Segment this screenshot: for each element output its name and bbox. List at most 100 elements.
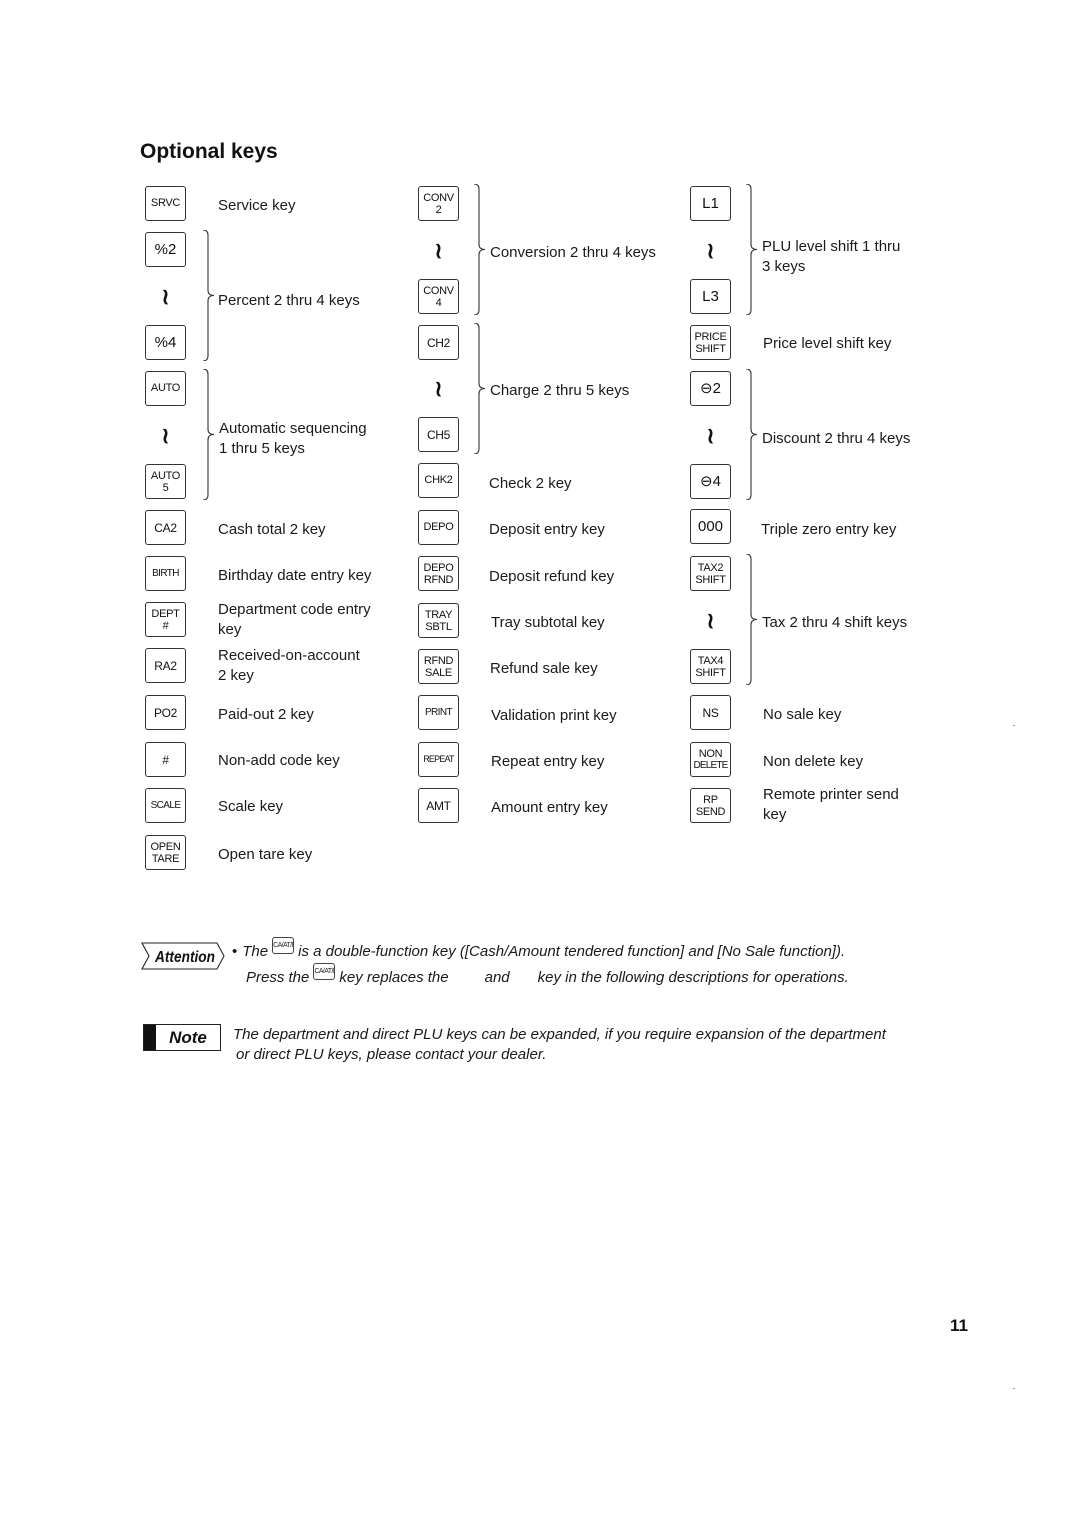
key-label: %2 [154, 241, 177, 258]
key-label: CHK2 [424, 474, 453, 486]
key-label: RFND [423, 573, 454, 586]
description-percent-keys: Percent 2 thru 4 keys [218, 292, 360, 309]
key-label: PO2 [153, 705, 178, 720]
range-tilde-icon: ≀ [434, 376, 443, 401]
key-label: SHIFT [695, 666, 726, 679]
key-label: NON [698, 747, 723, 760]
attention-text-fragment: The [242, 943, 269, 960]
key-label: TAX2 [697, 561, 724, 574]
key-ca2: CA2 [145, 510, 186, 545]
cash-amount-no-sale-key-icon: CA/AT/NS [272, 937, 295, 954]
key-auto: AUTO [145, 371, 186, 406]
key-label: CONV [423, 284, 454, 297]
key-label: SEND [695, 805, 726, 818]
key-label: RFND [423, 654, 454, 667]
description-automatic-sequencing: Automatic sequencing 1 thru 5 keys [219, 419, 367, 459]
key-ch2: CH2 [418, 325, 459, 360]
key-l3: L3 [690, 279, 731, 314]
description-charge-keys: Charge 2 thru 5 keys [490, 382, 630, 399]
key-label: SRVC [150, 197, 181, 209]
description-received-on-account-2: Received-on-account 2 key [218, 646, 360, 686]
description-tax-shift-keys: Tax 2 thru 4 shift keys [762, 614, 908, 631]
key-label: SHIFT [695, 342, 726, 355]
key-label: CH5 [426, 427, 451, 442]
attention-line-2: Press theCA/AT/NSkey replaces the and key … [232, 963, 952, 989]
key-po2: PO2 [145, 695, 186, 730]
key-dept-code: DEPT # [145, 602, 186, 637]
key-label: AUTO [150, 382, 181, 394]
description-no-sale: No sale key [763, 706, 842, 723]
key-label: SCALE [150, 799, 181, 811]
range-tilde-icon: ≀ [161, 284, 170, 309]
key-conv-4: CONV 4 [418, 279, 459, 314]
key-open-tare: OPEN TARE [145, 835, 186, 870]
description-line: key [218, 621, 242, 638]
description-line: Department code entry [218, 601, 371, 618]
key-label: 4 [435, 296, 442, 309]
key-label: 000 [697, 518, 724, 535]
key-label: SALE [425, 666, 452, 679]
key-label: ⊖2 [700, 380, 721, 397]
description-amount-entry: Amount entry key [491, 799, 608, 816]
key-scale: SCALE [145, 788, 186, 823]
bullet-icon: • [232, 943, 238, 960]
description-service-key: Service key [218, 197, 296, 214]
key-label: %4 [154, 334, 177, 351]
key-label: OPEN [150, 840, 181, 853]
scan-artifact [1013, 1388, 1015, 1389]
key-chk2: CHK2 [418, 463, 459, 498]
description-refund-sale: Refund sale key [490, 660, 598, 677]
note-label: Note [169, 1027, 207, 1047]
key-label: SHIFT [695, 573, 726, 586]
attention-text-fragment: Press the [246, 969, 310, 986]
key-ns: NS [690, 695, 731, 730]
description-conversion-keys: Conversion 2 thru 4 keys [490, 244, 656, 261]
description-scale: Scale key [218, 798, 284, 815]
description-cash-total-2: Cash total 2 key [218, 521, 326, 538]
key-tax2-shift: TAX2 SHIFT [690, 556, 731, 591]
key-label: L1 [702, 195, 719, 212]
section-title: Optional keys [140, 140, 278, 163]
key-label: NS [702, 705, 719, 720]
key-label: DEPO [423, 521, 454, 533]
key-label: CA2 [154, 520, 177, 535]
key-label: PRINT [424, 706, 453, 718]
curly-brace-icon [473, 323, 487, 454]
scan-artifact [1013, 725, 1015, 726]
key-label: 2 [435, 203, 442, 216]
key-label: PRICE [694, 330, 727, 343]
description-line: Remote printer send [763, 786, 899, 803]
note-bar-icon [144, 1025, 156, 1050]
key-label: DEPO [423, 561, 454, 574]
key-l1: L1 [690, 186, 731, 221]
note-line: or direct PLU keys, please contact your … [236, 1046, 547, 1063]
attention-text: •TheCA/AT/NSis a double-function key ([C… [232, 937, 952, 989]
key-tax4-shift: TAX4 SHIFT [690, 649, 731, 684]
key-triple-zero: 000 [690, 509, 731, 544]
cash-amount-no-sale-key-icon: CA/AT/NS [313, 963, 336, 980]
key-auto-5: AUTO 5 [145, 464, 186, 499]
curly-brace-icon [745, 184, 759, 315]
description-triple-zero-entry: Triple zero entry key [761, 521, 897, 538]
description-line: Received-on-account [218, 647, 360, 664]
attention-text-fragment: is a double-function key ([Cash/Amount t… [298, 943, 846, 960]
description-paid-out-2: Paid-out 2 key [218, 706, 314, 723]
key-ra2: RA2 [145, 648, 186, 683]
description-plu-level-shift: PLU level shift 1 thru 3 keys [762, 237, 900, 277]
key-rfnd-sale: RFND SALE [418, 649, 459, 684]
range-tilde-icon: ≀ [161, 423, 170, 448]
key-label: DELETE [693, 759, 728, 771]
description-department-code-entry: Department code entry key [218, 600, 371, 640]
range-tilde-icon: ≀ [706, 238, 715, 263]
description-check-2: Check 2 key [489, 475, 572, 492]
key-label: TRAY [424, 608, 453, 621]
key-ch5: CH5 [418, 417, 459, 452]
key-label: DEPT [151, 607, 180, 620]
key-label: # [162, 752, 169, 767]
key-label: CONV [423, 191, 454, 204]
key-label: TARE [151, 852, 180, 865]
range-tilde-icon: ≀ [434, 238, 443, 263]
key-label: REPEAT [423, 754, 454, 764]
curly-brace-icon [745, 369, 759, 500]
description-line: 3 keys [762, 258, 806, 275]
